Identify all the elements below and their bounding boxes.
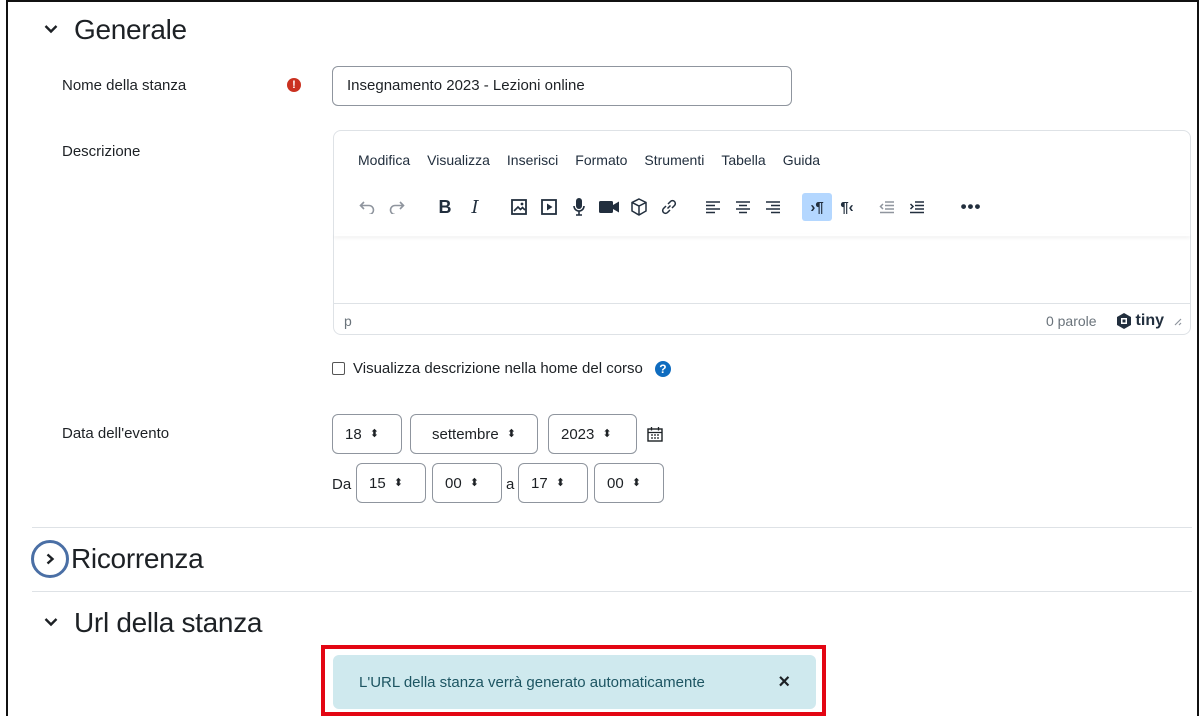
menu-formato[interactable]: Formato <box>575 152 627 168</box>
calendar-icon[interactable] <box>647 426 663 447</box>
section-title: Url della stanza <box>74 607 263 638</box>
h5p-box-icon[interactable] <box>624 193 654 221</box>
year-select[interactable]: 2023 ⬍ <box>548 414 637 454</box>
word-count[interactable]: 0 parole <box>1046 313 1097 329</box>
more-options-icon[interactable]: ••• <box>956 193 986 221</box>
rtl-paragraph-icon[interactable]: ¶‹ <box>832 193 862 221</box>
section-title: Generale <box>74 14 187 45</box>
to-label: a <box>506 476 515 493</box>
chevron-down-icon <box>44 617 58 629</box>
updown-icon: ⬍ <box>631 476 641 489</box>
align-right-icon[interactable] <box>758 193 788 221</box>
event-date-label: Data dell'evento <box>62 425 170 442</box>
section-divider <box>32 527 1192 528</box>
section-generale-header[interactable]: Generale <box>44 14 187 46</box>
show-description-checkbox[interactable] <box>332 362 345 375</box>
alert-message: L'URL della stanza verrà generato automa… <box>359 673 705 691</box>
image-icon[interactable] <box>504 193 534 221</box>
editor-menubar: Modifica Visualizza Inserisci Formato St… <box>358 152 837 168</box>
updown-icon: ⬍ <box>469 476 479 489</box>
editor-toolbar: B I ›¶ ¶‹ ••• <box>352 193 986 221</box>
undo-icon[interactable] <box>352 193 382 221</box>
close-icon[interactable]: × <box>778 671 790 694</box>
room-name-label: Nome della stanza <box>62 77 187 94</box>
statusbar-divider <box>334 303 1190 304</box>
updown-icon: ⬍ <box>369 427 379 440</box>
day-select[interactable]: 18 ⬍ <box>332 414 402 454</box>
indent-icon[interactable] <box>902 193 932 221</box>
bold-icon[interactable]: B <box>430 193 460 221</box>
media-icon[interactable] <box>534 193 564 221</box>
description-label: Descrizione <box>62 143 141 160</box>
resize-handle-icon[interactable] <box>1172 313 1182 329</box>
menu-inserisci[interactable]: Inserisci <box>507 152 558 168</box>
italic-icon[interactable]: I <box>460 193 490 221</box>
section-ricorrenza-header[interactable]: Ricorrenza <box>31 540 204 578</box>
chevron-down-icon <box>44 24 58 36</box>
menu-strumenti[interactable]: Strumenti <box>644 152 704 168</box>
menu-guida[interactable]: Guida <box>783 152 820 168</box>
section-title: Ricorrenza <box>71 543 204 574</box>
help-icon[interactable]: ? <box>654 360 671 377</box>
from-hour-select[interactable]: 15 ⬍ <box>356 463 426 503</box>
section-url-header[interactable]: Url della stanza <box>44 607 262 639</box>
toolbar-shadow <box>334 234 1190 236</box>
show-description-row: Visualizza descrizione nella home del co… <box>332 360 671 377</box>
align-center-icon[interactable] <box>728 193 758 221</box>
required-icon: ! <box>287 78 301 92</box>
show-description-label: Visualizza descrizione nella home del co… <box>353 360 643 377</box>
align-left-icon[interactable] <box>698 193 728 221</box>
ltr-paragraph-icon[interactable]: ›¶ <box>802 193 832 221</box>
chevron-right-icon[interactable] <box>31 540 69 578</box>
updown-icon: ⬍ <box>602 427 612 440</box>
video-camera-icon[interactable] <box>594 193 624 221</box>
updown-icon: ⬍ <box>506 427 516 440</box>
to-hour-select[interactable]: 17 ⬍ <box>518 463 588 503</box>
redo-icon[interactable] <box>382 193 412 221</box>
from-minute-select[interactable]: 00 ⬍ <box>432 463 502 503</box>
url-info-alert: L'URL della stanza verrà generato automa… <box>333 655 816 709</box>
updown-icon: ⬍ <box>555 476 565 489</box>
menu-visualizza[interactable]: Visualizza <box>427 152 490 168</box>
menu-tabella[interactable]: Tabella <box>721 152 765 168</box>
description-editor[interactable]: Modifica Visualizza Inserisci Formato St… <box>333 130 1191 335</box>
menu-modifica[interactable]: Modifica <box>358 152 410 168</box>
element-path[interactable]: p <box>344 313 352 329</box>
editor-statusbar: p 0 parole tiny <box>344 312 1182 330</box>
tiny-logo-icon[interactable]: tiny <box>1115 312 1164 330</box>
section-divider <box>32 591 1192 592</box>
month-select[interactable]: settembre ⬍ <box>410 414 538 454</box>
to-minute-select[interactable]: 00 ⬍ <box>594 463 664 503</box>
microphone-icon[interactable] <box>564 193 594 221</box>
outdent-icon[interactable] <box>872 193 902 221</box>
from-label: Da <box>332 476 352 493</box>
room-name-input[interactable]: Insegnamento 2023 - Lezioni online <box>332 66 792 106</box>
link-icon[interactable] <box>654 193 684 221</box>
updown-icon: ⬍ <box>393 476 403 489</box>
